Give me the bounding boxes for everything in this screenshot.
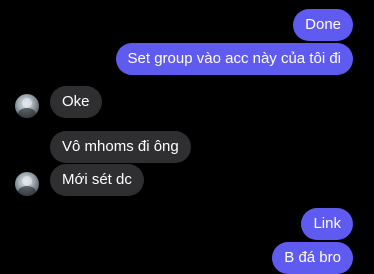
message-bubble-incoming[interactable]: Mới sét dc (50, 164, 144, 196)
chat-thread: Done Set group vào acc này của tôi đi Ok… (0, 0, 374, 274)
contact-avatar[interactable] (15, 172, 39, 196)
message-bubble-outgoing[interactable]: Done (293, 9, 353, 41)
avatar-photo-icon (18, 98, 36, 118)
message-bubble-outgoing[interactable]: Set group vào acc này của tôi đi (115, 43, 353, 75)
avatar-photo-icon (18, 176, 36, 196)
contact-avatar[interactable] (15, 94, 39, 118)
message-bubble-outgoing[interactable]: B đá bro (272, 242, 353, 274)
message-bubble-incoming[interactable]: Oke (50, 86, 102, 118)
message-bubble-incoming[interactable]: Vô mhoms đi ông (50, 131, 191, 163)
message-bubble-outgoing[interactable]: Link (301, 208, 353, 240)
